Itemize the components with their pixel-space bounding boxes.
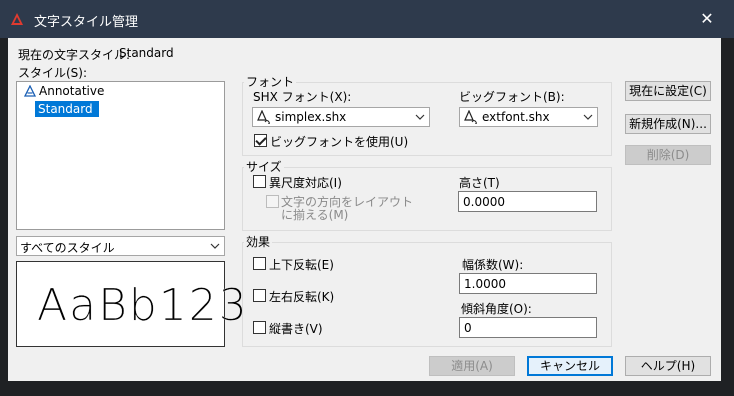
effects-group-title: 効果 bbox=[244, 233, 273, 250]
shx-font-select[interactable]: simplex.shx bbox=[252, 107, 430, 127]
style-filter-value: すべてのスタイル bbox=[20, 241, 115, 255]
oblique-angle-label: 傾斜角度(O): bbox=[461, 302, 532, 316]
preview-text: AaBb123 bbox=[37, 280, 249, 331]
shx-font-value: simplex.shx bbox=[275, 110, 347, 124]
title-bar: 文字スタイル管理 ✕ bbox=[0, 0, 734, 38]
window-title: 文字スタイル管理 bbox=[34, 15, 139, 30]
match-layout-label-line2: に揃える(M) bbox=[281, 208, 349, 222]
style-item-annotative[interactable]: Annotative bbox=[39, 84, 104, 98]
width-factor-input[interactable]: 1.0000 bbox=[459, 273, 597, 294]
big-font-value: extfont.shx bbox=[482, 110, 550, 124]
oblique-angle-input[interactable]: 0 bbox=[459, 317, 597, 338]
chevron-down-icon bbox=[583, 114, 593, 120]
annotative-label: 異尺度対応(I) bbox=[269, 176, 342, 190]
annotative-icon bbox=[24, 85, 36, 97]
text-style-app-icon bbox=[11, 13, 23, 25]
style-item-standard[interactable]: Standard bbox=[35, 101, 99, 117]
style-filter-select[interactable]: すべてのスタイル bbox=[16, 236, 225, 256]
current-style-label: 現在の文字スタイル: bbox=[18, 48, 131, 62]
vertical-checkbox[interactable] bbox=[253, 321, 266, 334]
use-big-font-checkbox[interactable] bbox=[254, 134, 267, 147]
close-icon: ✕ bbox=[700, 9, 714, 28]
height-label: 高さ(T) bbox=[459, 176, 500, 190]
delete-style-button[interactable]: 削除(D) bbox=[625, 145, 711, 165]
upside-down-checkbox[interactable] bbox=[253, 257, 266, 270]
big-font-label: ビッグフォント(B): bbox=[459, 90, 565, 104]
upside-down-label: 上下反転(E) bbox=[269, 258, 334, 272]
backwards-label: 左右反転(K) bbox=[269, 290, 335, 304]
shx-font-icon bbox=[257, 110, 270, 124]
help-button[interactable]: ヘルプ(H) bbox=[625, 356, 711, 376]
new-style-button[interactable]: 新規作成(N)... bbox=[625, 114, 711, 134]
text-style-dialog: 現在の文字スタイル: Standard スタイル(S): Annotative … bbox=[8, 38, 721, 381]
height-input[interactable]: 0.0000 bbox=[458, 191, 597, 212]
set-current-button[interactable]: 現在に設定(C) bbox=[625, 81, 711, 101]
match-layout-checkbox[interactable] bbox=[266, 195, 279, 208]
backwards-checkbox[interactable] bbox=[253, 289, 266, 302]
close-button[interactable]: ✕ bbox=[696, 8, 718, 30]
apply-button[interactable]: 適用(A) bbox=[429, 356, 515, 376]
shx-font-label: SHX フォント(X): bbox=[253, 90, 352, 104]
styles-label: スタイル(S): bbox=[18, 66, 88, 80]
chevron-down-icon bbox=[415, 114, 425, 120]
chevron-down-icon bbox=[210, 243, 220, 249]
use-big-font-label: ビッグフォントを使用(U) bbox=[270, 135, 409, 149]
cancel-button[interactable]: キャンセル bbox=[527, 356, 613, 376]
styles-list[interactable]: Annotative Standard bbox=[16, 81, 225, 230]
height-value: 0.0000 bbox=[463, 195, 505, 209]
width-factor-value: 1.0000 bbox=[464, 277, 506, 291]
width-factor-label: 幅係数(W): bbox=[462, 258, 524, 272]
big-font-icon bbox=[464, 110, 477, 124]
text-preview: AaBb123 bbox=[16, 261, 247, 347]
oblique-angle-value: 0 bbox=[464, 321, 472, 335]
size-group-title: サイズ bbox=[244, 158, 284, 175]
current-style-value: Standard bbox=[119, 46, 174, 60]
annotative-checkbox[interactable] bbox=[253, 175, 266, 188]
big-font-select[interactable]: extfont.shx bbox=[459, 107, 598, 127]
vertical-label: 縦書き(V) bbox=[269, 322, 323, 336]
